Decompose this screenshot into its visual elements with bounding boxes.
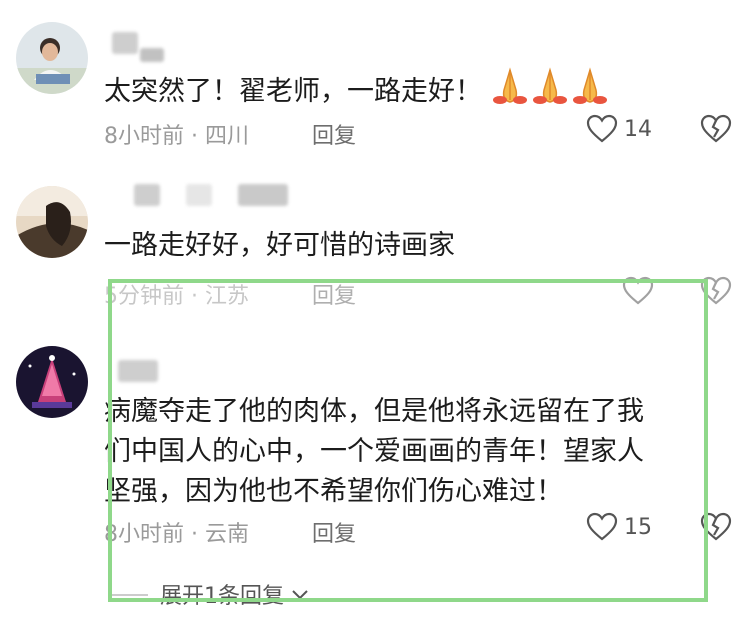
dislike-button[interactable] [700, 114, 732, 148]
like-button[interactable]: 14 [586, 114, 652, 144]
username-redacted [134, 184, 160, 206]
comment-list: 太突然了！翟老师，一路走好！ 8小时前 · 四川 回复 14 一路走好好，好可惜… [0, 0, 750, 621]
avatar[interactable] [16, 186, 88, 258]
avatar[interactable] [16, 346, 88, 418]
reply-button[interactable]: 回复 [312, 516, 356, 548]
reply-button[interactable]: 回复 [312, 278, 356, 310]
dislike-button[interactable] [700, 276, 732, 310]
expand-replies-label: 展开1条回复 [160, 584, 284, 609]
avatar[interactable] [16, 22, 88, 94]
dislike-button[interactable] [700, 512, 732, 546]
like-count: 14 [624, 116, 652, 142]
comment-line: 坚强，因为他也不希望你们伤心难过！ [104, 476, 563, 507]
username-redacted [238, 184, 288, 206]
like-button[interactable]: 15 [586, 512, 652, 542]
username-redacted [118, 360, 158, 382]
broken-heart-icon [700, 114, 732, 143]
chevron-down-icon [292, 590, 308, 600]
username-redacted [140, 48, 164, 62]
comment-time-location: 5分钟前 · 江苏 [104, 284, 249, 309]
username-redacted [112, 32, 138, 54]
reply-button[interactable]: 回复 [312, 118, 356, 150]
comment-time-location: 8小时前 · 云南 [104, 522, 249, 547]
comment-text: 一路走好好，好可惜的诗画家 [104, 230, 455, 261]
praying-hands-icon [490, 66, 610, 118]
broken-heart-icon [700, 512, 732, 541]
comment-time-location: 8小时前 · 四川 [104, 124, 249, 149]
heart-icon [586, 512, 618, 541]
comment-line: 们中国人的心中，一个爱画画的青年！望家人 [104, 436, 644, 467]
comment-text: 病魔夺走了他的肉体，但是他将永远留在了我 们中国人的心中，一个爱画画的青年！望家… [104, 392, 644, 512]
comment-text: 太突然了！翟老师，一路走好！ [104, 66, 610, 118]
like-button[interactable] [622, 276, 654, 310]
broken-heart-icon [700, 276, 732, 305]
username-redacted [186, 184, 212, 206]
comment-line: 病魔夺走了他的肉体，但是他将永远留在了我 [104, 396, 644, 427]
expand-divider [108, 594, 148, 596]
expand-replies-button[interactable]: 展开1条回复 [160, 578, 309, 610]
like-count: 15 [624, 514, 652, 540]
heart-icon [586, 114, 618, 143]
heart-icon [622, 276, 654, 305]
